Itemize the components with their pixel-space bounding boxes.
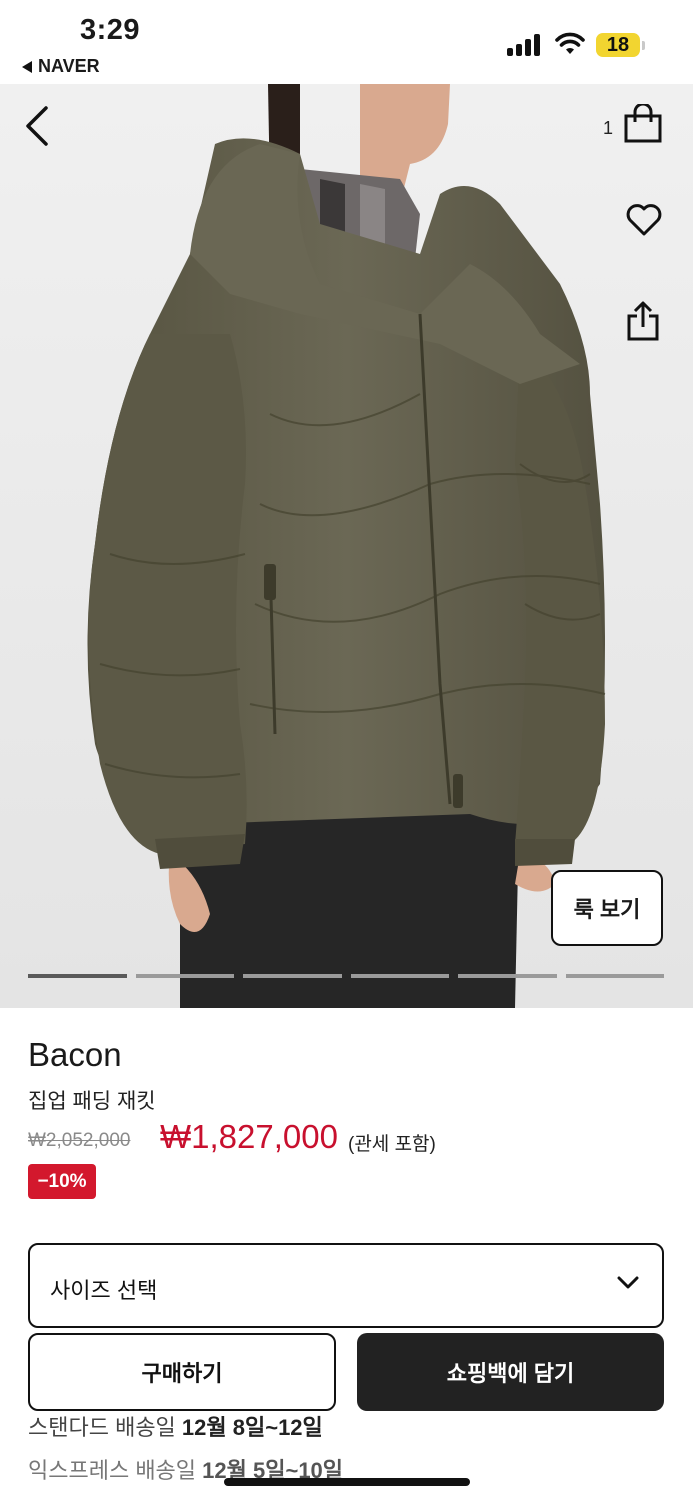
carousel-dot[interactable] <box>243 974 342 978</box>
sale-price: ₩1,827,000 <box>160 1118 338 1155</box>
status-bar: 3:29 NAVER 18 <box>0 0 693 84</box>
back-icon[interactable] <box>20 104 56 148</box>
view-look-button[interactable]: 룩 보기 <box>551 870 663 946</box>
standard-shipping-label: 스탠다드 배송일 <box>28 1415 176 1440</box>
standard-shipping: 스탠다드 배송일 12월 8일~12일 <box>28 1410 323 1442</box>
express-shipping-label: 익스프레스 배송일 <box>28 1458 197 1483</box>
tax-note: (관세 포함) <box>348 1134 436 1155</box>
carousel-dot[interactable] <box>350 974 449 978</box>
back-triangle-icon <box>22 60 32 73</box>
back-to-app-link[interactable]: NAVER <box>22 56 100 77</box>
standard-shipping-date: 12월 8일~12일 <box>181 1415 323 1440</box>
size-select-label: 사이즈 선택 <box>50 1278 158 1303</box>
carousel-dot[interactable] <box>565 974 664 978</box>
discount-badge: −10% <box>28 1164 96 1199</box>
carousel-dot[interactable] <box>135 974 234 978</box>
size-select-dropdown[interactable]: 사이즈 선택 <box>28 1243 664 1328</box>
battery-tip <box>642 41 645 50</box>
battery-icon: 18 <box>596 33 640 57</box>
bag-count: 1 <box>603 118 614 138</box>
cellular-signal-icon <box>507 34 543 56</box>
original-price: ₩2,052,000 <box>28 1130 131 1151</box>
share-icon[interactable] <box>625 300 661 342</box>
carousel-dot[interactable] <box>458 974 557 978</box>
back-app-label: NAVER <box>38 56 100 76</box>
home-indicator <box>224 1478 470 1486</box>
carousel-dot[interactable] <box>28 974 127 978</box>
buy-now-button[interactable]: 구매하기 <box>28 1333 336 1411</box>
wifi-icon <box>555 32 585 54</box>
status-time: 3:29 <box>80 14 141 46</box>
add-to-bag-button[interactable]: 쇼핑백에 담기 <box>357 1333 664 1411</box>
heart-icon[interactable] <box>624 202 664 238</box>
shopping-bag-icon[interactable] <box>623 104 663 144</box>
carousel-indicator <box>28 974 664 978</box>
product-image-carousel[interactable]: 1 룩 보기 <box>0 84 693 1008</box>
brand-name[interactable]: Bacon <box>28 1036 122 1074</box>
product-name: 집업 패딩 재킷 <box>28 1090 156 1113</box>
chevron-down-icon <box>617 1276 639 1289</box>
